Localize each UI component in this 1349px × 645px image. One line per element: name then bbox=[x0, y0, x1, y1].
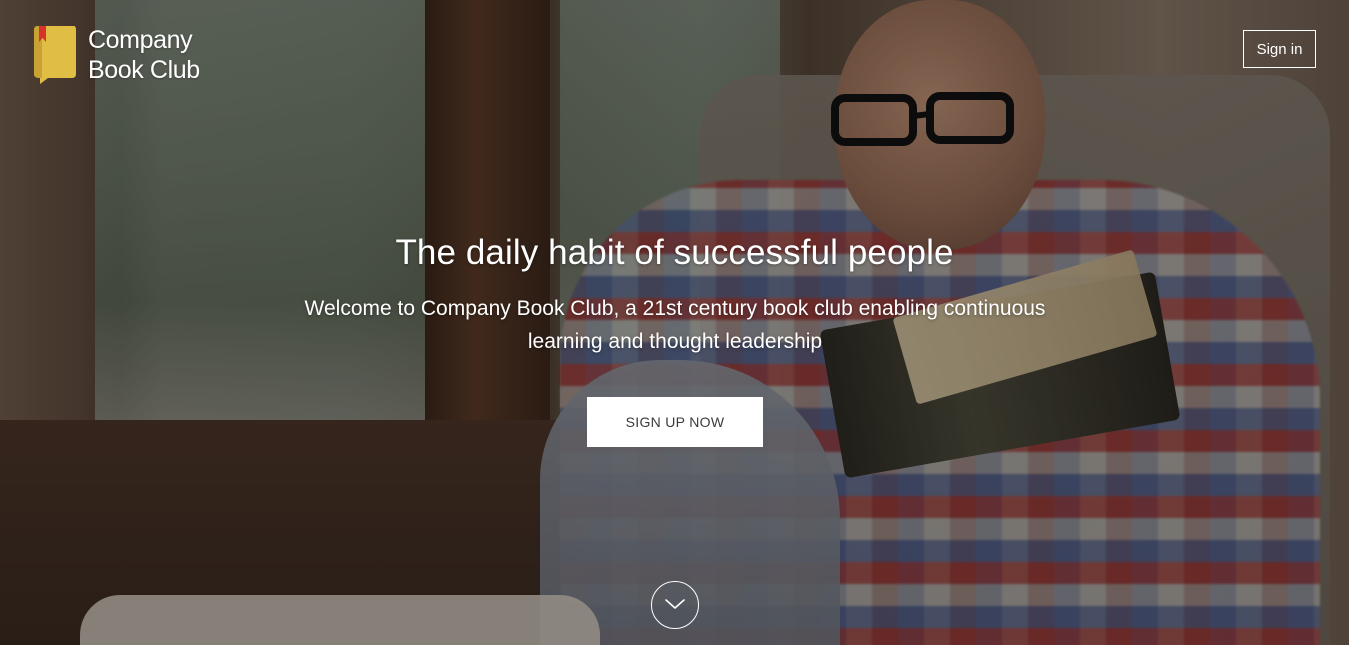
brand-name: Company Book Club bbox=[88, 25, 200, 85]
book-bookmark-icon bbox=[32, 24, 78, 86]
brand-name-line1: Company bbox=[88, 26, 193, 54]
scroll-down-button[interactable] bbox=[651, 581, 699, 629]
sign-in-button[interactable]: Sign in bbox=[1243, 30, 1316, 68]
brand-logo-link[interactable]: Company Book Club bbox=[32, 24, 200, 86]
brand-name-line2: Book Club bbox=[88, 56, 200, 84]
sign-up-now-button[interactable]: SIGN UP NOW bbox=[587, 397, 763, 447]
chevron-down-icon bbox=[664, 597, 686, 614]
hero-subline: Welcome to Company Book Club, a 21st cen… bbox=[304, 297, 1046, 353]
hero-headline: The daily habit of successful people bbox=[395, 233, 954, 272]
